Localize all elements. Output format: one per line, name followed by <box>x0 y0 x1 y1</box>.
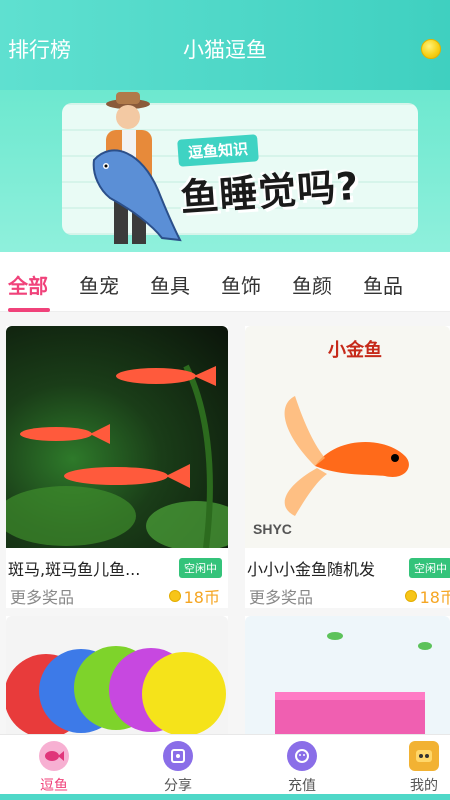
status-badge: 空闲中 <box>409 558 450 578</box>
tab-fish-gear[interactable]: 鱼具 <box>150 270 190 299</box>
fish-icon <box>39 741 69 771</box>
product-image <box>6 616 228 734</box>
nav-recharge[interactable]: 充值 <box>262 741 342 795</box>
product-card[interactable]: 斑马,斑马鱼儿鱼... 空闲中 更多奖品 18币 <box>6 326 228 608</box>
price-value: 18币 <box>183 588 220 607</box>
tab-all[interactable]: 全部 <box>8 270 48 299</box>
nav-profile-label: 我的 <box>410 778 438 794</box>
zebrafish-photo <box>6 364 228 548</box>
man-holding-fish-illustration <box>92 92 182 244</box>
goldfish-photo: 小金鱼 SHYC <box>253 339 409 537</box>
price: 18币 <box>168 584 220 608</box>
product-name: 斑马,斑马鱼儿鱼... <box>8 560 141 579</box>
price-value: 18币 <box>419 588 450 607</box>
nav-profile[interactable]: 我的 <box>384 741 450 795</box>
product-image: 小金鱼 SHYC <box>245 326 450 548</box>
brand-logo: SHYC <box>253 521 292 537</box>
coin-icon <box>404 590 417 602</box>
banner-area: 逗鱼知识 鱼睡觉吗? <box>0 90 450 252</box>
nav-fish[interactable]: 逗鱼 <box>14 741 94 795</box>
nav-share-label: 分享 <box>164 778 192 794</box>
recharge-icon <box>287 741 317 771</box>
goldfish-image-title: 小金鱼 <box>328 339 382 360</box>
more-prizes-link[interactable]: 更多奖品 <box>10 584 74 608</box>
product-grid: 斑马,斑马鱼儿鱼... 空闲中 更多奖品 18币 小金鱼 SHYC 小小小金鱼随… <box>0 312 450 734</box>
app-header: 排行榜 小猫逗鱼 <box>0 0 450 90</box>
bottom-accent-bar <box>0 794 450 800</box>
nav-fish-label: 逗鱼 <box>40 778 68 794</box>
status-badge: 空闲中 <box>179 558 222 578</box>
fishing-nets-photo <box>6 646 226 734</box>
nav-share[interactable]: 分享 <box>138 741 218 795</box>
tab-fish-goods[interactable]: 鱼品 <box>363 270 403 299</box>
tab-fish-look[interactable]: 鱼颜 <box>292 270 332 299</box>
gold-coin-icon[interactable] <box>421 39 441 59</box>
robot-profile-icon <box>409 741 439 771</box>
product-name: 小小小金鱼随机发 <box>247 560 376 579</box>
tab-fish-decor[interactable]: 鱼饰 <box>221 270 261 299</box>
more-prizes-link[interactable]: 更多奖品 <box>249 584 313 608</box>
share-icon <box>163 741 193 771</box>
bottom-nav: 逗鱼 分享 充值 我的 <box>0 734 450 800</box>
nav-recharge-label: 充值 <box>288 778 316 794</box>
product-image <box>6 326 228 548</box>
coin-icon <box>168 590 181 602</box>
tab-fish-pet[interactable]: 鱼宠 <box>79 270 119 299</box>
product-image <box>245 616 450 734</box>
fish-tank-photo <box>275 632 432 734</box>
product-card[interactable] <box>245 616 450 734</box>
product-card[interactable] <box>6 616 228 734</box>
price: 18币 <box>404 584 450 608</box>
page-title: 小猫逗鱼 <box>183 38 267 62</box>
category-tabs: 全部 鱼宠 鱼具 鱼饰 鱼颜 鱼品 <box>0 252 450 312</box>
product-card[interactable]: 小金鱼 SHYC 小小小金鱼随机发 空闲中 更多奖品 18币 <box>245 326 450 608</box>
